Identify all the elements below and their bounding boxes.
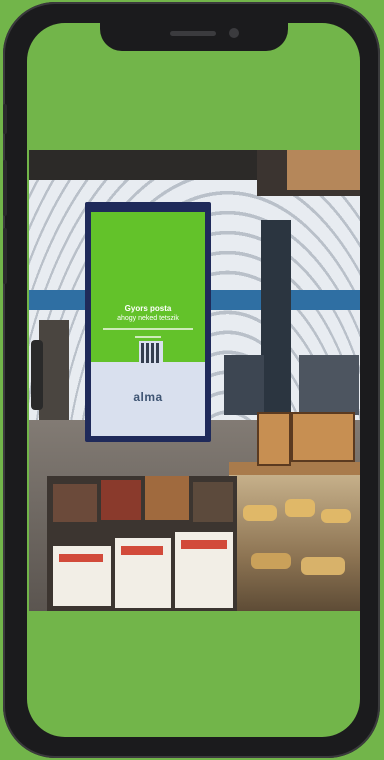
pastry	[301, 557, 345, 575]
newspaper-headline	[59, 554, 103, 562]
newspaper-headline	[121, 546, 163, 555]
billboard-subline: ahogy neked tetszik	[117, 315, 179, 322]
newspaper-headline	[181, 540, 227, 549]
shopfront	[39, 320, 69, 420]
newspaper-rack	[47, 476, 237, 611]
pastry	[285, 499, 315, 517]
menu-sign	[291, 412, 355, 462]
billboard-small-text	[103, 328, 193, 330]
speaker-icon	[170, 31, 216, 36]
pillar	[261, 220, 291, 420]
pastry-display-case	[229, 475, 360, 611]
magazine	[101, 480, 141, 520]
billboard-headline: Gyors posta	[124, 304, 172, 313]
person	[31, 340, 43, 410]
magazine	[193, 482, 233, 522]
billboard-logo: alma	[133, 390, 163, 404]
magazine	[53, 484, 97, 522]
billboard-small-text	[135, 336, 161, 338]
pastry	[321, 509, 351, 523]
mute-switch	[3, 104, 7, 134]
billboard-green-area	[91, 212, 205, 362]
photo[interactable]: Gyors posta ahogy neked tetszik alma	[29, 150, 360, 611]
shopfront	[224, 355, 264, 415]
volume-down-button	[3, 228, 7, 284]
notch	[100, 23, 288, 51]
magazine	[145, 476, 189, 520]
qr-code-icon	[139, 341, 163, 365]
pastry	[251, 553, 291, 569]
front-camera-icon	[229, 28, 239, 38]
menu-sign	[257, 412, 291, 466]
pastry	[243, 505, 277, 521]
wood-panel	[287, 150, 360, 190]
billboard-screen: Gyors posta ahogy neked tetszik alma	[91, 212, 205, 436]
shopfront	[299, 355, 359, 415]
billboard: Gyors posta ahogy neked tetszik alma	[85, 202, 211, 442]
volume-up-button	[3, 160, 7, 216]
